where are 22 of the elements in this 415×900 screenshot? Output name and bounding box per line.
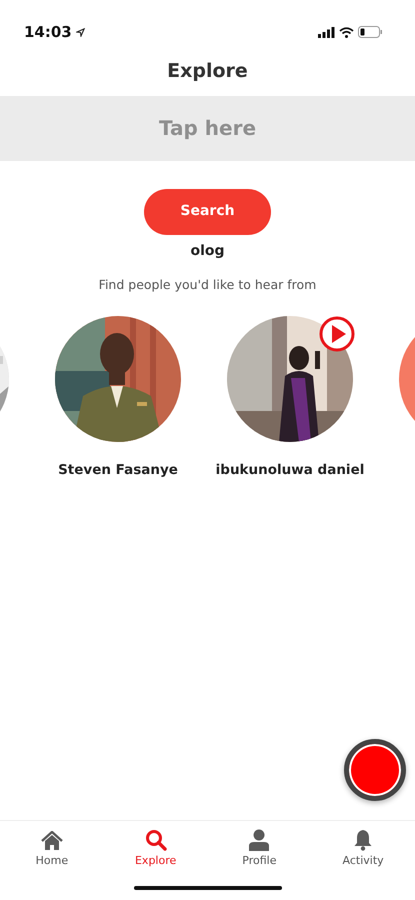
status-time: 14:03: [24, 22, 72, 43]
signal-icon: [318, 26, 335, 38]
tab-item[interactable]: Profile: [208, 821, 312, 900]
search-button[interactable]: Search: [144, 188, 271, 234]
bell-icon: [354, 829, 372, 851]
subtitle-text: Find people you'd like to hear from: [98, 276, 316, 294]
wifi-icon: [339, 26, 354, 38]
tab-item[interactable]: Home: [0, 821, 104, 900]
tab-item[interactable]: Explore: [104, 821, 208, 900]
person-name: Steven Fasanye: [58, 461, 178, 480]
location-arrow-icon: [76, 28, 85, 38]
battery-icon: [358, 26, 383, 38]
home-icon: [40, 831, 63, 851]
search-icon: [144, 829, 167, 851]
tab-item[interactable]: Activity: [311, 821, 415, 900]
record-button[interactable]: [344, 739, 406, 801]
query-text: olog: [190, 242, 225, 260]
person-name: ibukunoluwa daniel: [216, 461, 364, 480]
page-title: Explore: [166, 59, 249, 84]
search-field[interactable]: Tap here: [0, 96, 415, 160]
person-icon: [249, 829, 270, 851]
play-icon[interactable]: [319, 316, 355, 352]
